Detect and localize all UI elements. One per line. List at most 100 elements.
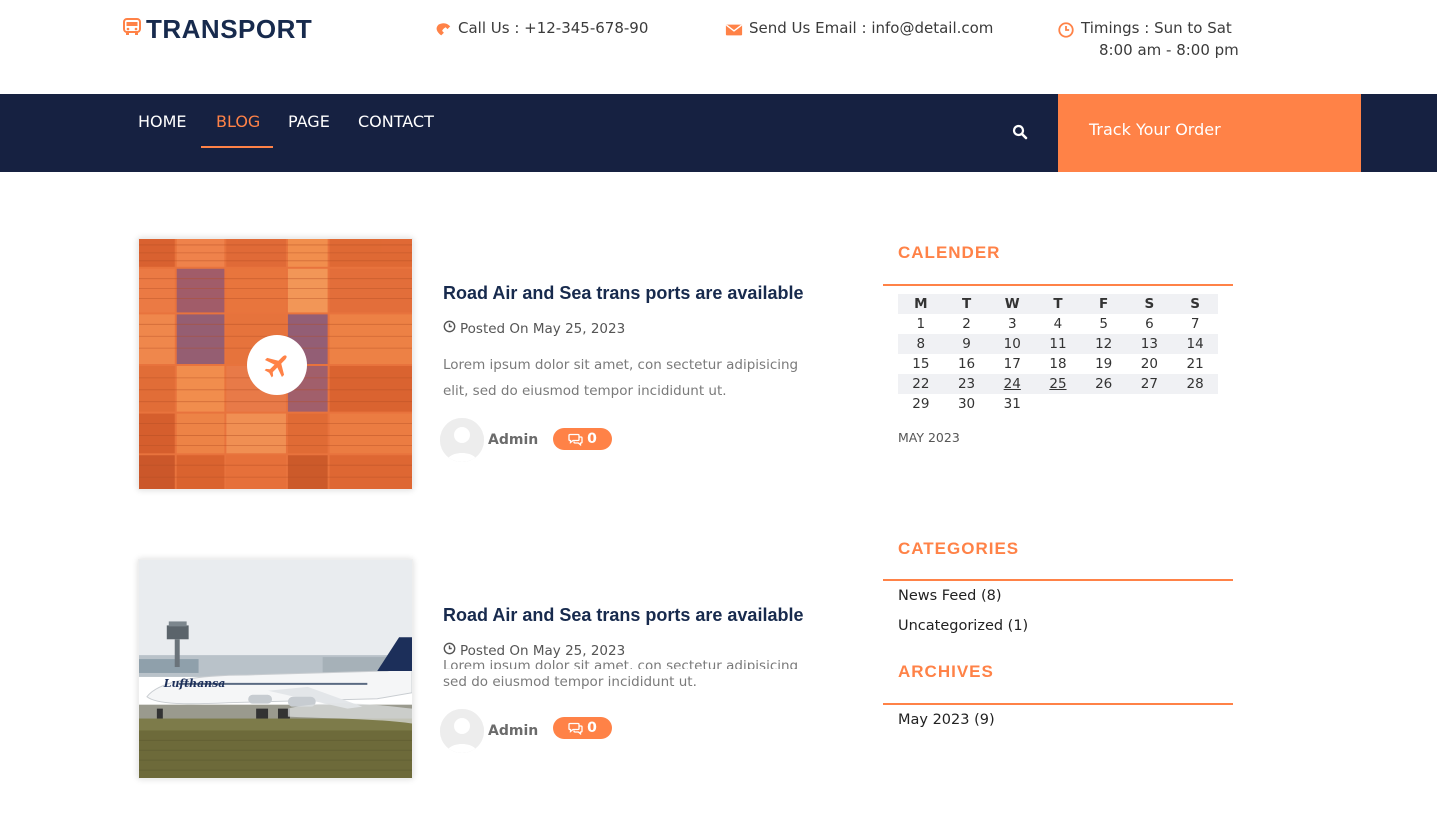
calendar-week: 1 2 3 4 5 6 7 (898, 314, 1218, 334)
blog-post: Road Air and Sea trans ports are availab… (138, 238, 838, 490)
user-icon (440, 709, 484, 753)
post-date-text: Posted On May 25, 2023 (460, 320, 626, 337)
nav-home[interactable]: HOME (138, 112, 187, 131)
calendar-day: 31 (1003, 396, 1021, 412)
user-icon (440, 418, 484, 462)
comments-icon (568, 722, 583, 735)
calendar-day: 10 (989, 334, 1036, 354)
post-date: Posted On May 25, 2023 (443, 320, 625, 337)
calendar-day-link[interactable]: 25 (1035, 374, 1081, 394)
calendar-day: 18 (1049, 356, 1067, 372)
weekday: S (1172, 294, 1218, 314)
post-date: Posted On May 25, 2023 (443, 642, 625, 659)
call-text[interactable]: Call Us : +12-345-678-90 (458, 19, 648, 37)
calendar-weekdays: M T W T F S S (898, 294, 1218, 314)
calendar-day: 19 (1095, 356, 1113, 372)
archives-list: May 2023 (9) (898, 712, 995, 742)
comments-count: 0 (587, 431, 597, 447)
calendar-week: 29 30 31 (898, 394, 1218, 414)
divider (883, 579, 1233, 581)
post-date-text: Posted On May 25, 2023 (460, 642, 626, 659)
logo[interactable]: TRANSPORT (122, 14, 312, 45)
nav-contact[interactable]: CONTACT (358, 112, 434, 131)
calendar-day: 15 (912, 356, 930, 372)
calendar: M T W T F S S 1 2 3 4 5 6 7 8 9 10 11 12… (898, 294, 1218, 414)
weekday: T (1035, 294, 1081, 314)
calendar-day (1172, 394, 1218, 414)
calendar-week: 8 9 10 11 12 13 14 (898, 334, 1218, 354)
nav-page[interactable]: PAGE (288, 112, 330, 131)
comments-badge[interactable]: 0 (553, 428, 612, 450)
calendar-day: 5 (1099, 316, 1108, 332)
calendar-day (1127, 394, 1173, 414)
brand-name: TRANSPORT (146, 14, 313, 44)
track-order-button[interactable]: Track Your Order (1058, 94, 1361, 172)
calendar-month-caption: MAY 2023 (898, 430, 960, 445)
calendar-day: 16 (957, 356, 976, 372)
nav-blog[interactable]: BLOG (216, 112, 260, 131)
email-text[interactable]: Send Us Email : info@detail.com (749, 19, 993, 37)
calendar-day: 2 (962, 316, 971, 332)
calendar-day: 27 (1126, 374, 1173, 394)
calendar-day: 30 (957, 396, 976, 412)
clock-icon (443, 320, 456, 337)
airplane-icon (264, 355, 287, 378)
calendar-day (1081, 394, 1127, 414)
post-title[interactable]: Road Air and Sea trans ports are availab… (443, 283, 803, 304)
calendar-day-link[interactable]: 24 (989, 374, 1036, 394)
divider (883, 284, 1233, 286)
search-icon[interactable] (1012, 124, 1028, 140)
calendar-day: 14 (1172, 334, 1218, 354)
weekday: S (1126, 294, 1173, 314)
timings-hours: 8:00 am - 8:00 pm (1099, 41, 1239, 59)
post-excerpt-line: sed do eiusmod tempor incididunt ut. (443, 674, 697, 690)
author-name: Admin (488, 723, 539, 739)
categories-list: News Feed (8) Uncategorized (1) (898, 588, 1028, 648)
comments-icon (568, 433, 583, 446)
calendar-day: 3 (1007, 316, 1017, 332)
avatar (440, 418, 484, 462)
calendar-day: 17 (1003, 356, 1021, 372)
calendar-widget-title: CALENDER (898, 243, 1001, 262)
weekday: T (943, 294, 990, 314)
archives-widget-title: ARCHIVES (898, 662, 994, 681)
weekday: F (1080, 294, 1127, 314)
calendar-week: 22 23 24 25 26 27 28 (898, 374, 1218, 394)
calendar-day: 12 (1080, 334, 1127, 354)
calendar-day: 22 (898, 374, 944, 394)
top-header: TRANSPORT Call Us : +12-345-678-90 Send … (0, 0, 1437, 94)
calendar-day: 1 (916, 316, 926, 332)
category-link[interactable]: News Feed (8) (898, 588, 1028, 618)
active-nav-indicator (201, 146, 273, 148)
post-thumbnail[interactable] (138, 238, 413, 490)
calendar-day: 6 (1145, 316, 1154, 332)
calendar-day: 23 (943, 374, 990, 394)
calendar-day: 21 (1186, 356, 1204, 372)
mail-icon (725, 19, 743, 43)
phone-icon (434, 19, 452, 43)
calendar-day: 7 (1190, 316, 1200, 332)
post-author[interactable]: Admin (440, 418, 538, 462)
calendar-week: 15 16 17 18 19 20 21 (898, 354, 1218, 374)
timings-days: Timings : Sun to Sat (1081, 19, 1232, 37)
categories-widget-title: CATEGORIES (898, 539, 1020, 558)
calendar-day: 8 (898, 334, 944, 354)
post-title[interactable]: Road Air and Sea trans ports are availab… (443, 605, 803, 626)
calendar-day (1035, 394, 1081, 414)
archive-link[interactable]: May 2023 (9) (898, 712, 995, 742)
timings-info: Timings : Sun to Sat 8:00 am - 8:00 pm (1057, 19, 1239, 59)
comments-badge[interactable]: 0 (553, 717, 612, 739)
call-info: Call Us : +12-345-678-90 (434, 19, 648, 43)
post-author[interactable]: Admin (440, 709, 538, 753)
category-link[interactable]: Uncategorized (1) (898, 618, 1028, 648)
calendar-day: 13 (1126, 334, 1173, 354)
comments-count: 0 (587, 720, 597, 736)
post-excerpt: Lorem ipsum dolor sit amet, con sectetur… (443, 357, 799, 399)
post-format-badge[interactable] (247, 335, 307, 395)
post-thumbnail[interactable]: Lufthansa (138, 559, 413, 779)
clock-icon (1057, 19, 1075, 43)
clock-icon (443, 642, 456, 659)
main-nav: HOME BLOG PAGE CONTACT Track Your Order (0, 94, 1437, 172)
weekday: W (989, 294, 1036, 314)
calendar-day: 20 (1140, 356, 1158, 372)
